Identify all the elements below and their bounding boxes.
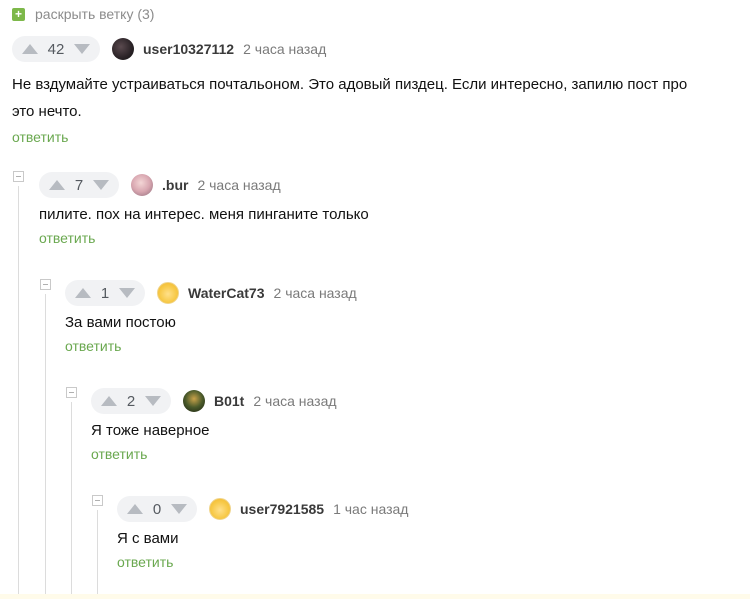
rating-control: 1 — [65, 280, 145, 306]
avatar[interactable] — [112, 38, 134, 60]
rating-value: 7 — [74, 176, 84, 194]
comment-text: Я тоже наверное — [91, 422, 210, 439]
bottom-bar — [0, 594, 750, 599]
comment: 1 WaterCat73 2 часа назад За вами постою… — [65, 279, 735, 354]
upvote-icon[interactable] — [22, 44, 38, 54]
upvote-icon[interactable] — [127, 504, 143, 514]
comment-time: 2 часа назад — [273, 285, 357, 301]
rating-value: 42 — [47, 40, 65, 58]
comment: 0 user7921585 1 час назад Я с вами ответ… — [117, 495, 737, 570]
author-name[interactable]: .bur — [162, 177, 188, 193]
comment-time: 2 часа назад — [243, 41, 327, 57]
comment-text-line: это нечто. — [12, 103, 82, 120]
reply-link[interactable]: ответить — [117, 554, 737, 570]
rating-value: 1 — [100, 284, 110, 302]
expand-branch-link[interactable]: + раскрыть ветку (3) — [12, 3, 154, 25]
comment-text-line: Не вздумайте устраиваться почтальоном. Э… — [12, 76, 688, 93]
comment: 42 user10327112 2 часа назад Не вздумайт… — [12, 35, 742, 145]
comment-time: 2 часа назад — [197, 177, 281, 193]
collapse-toggle[interactable] — [66, 387, 77, 398]
collapse-toggle[interactable] — [40, 279, 51, 290]
comment-time: 2 часа назад — [253, 393, 337, 409]
rating-control: 7 — [39, 172, 119, 198]
comment-text: За вами постою — [65, 314, 176, 331]
comment-text: пилите. пох на интерес. меня пинганите т… — [39, 206, 369, 223]
comment-text: Не вздумайте устраиваться почтальоном. Э… — [12, 71, 742, 125]
default-avatar-icon[interactable] — [157, 282, 179, 304]
collapse-toggle[interactable] — [13, 171, 24, 182]
thread-line — [71, 402, 72, 594]
author-name[interactable]: WaterCat73 — [188, 285, 265, 301]
upvote-icon[interactable] — [101, 396, 117, 406]
author-name[interactable]: user10327112 — [143, 41, 234, 57]
downvote-icon[interactable] — [93, 180, 109, 190]
rating-control: 2 — [91, 388, 171, 414]
comment-time: 1 час назад — [333, 501, 409, 517]
expand-branch-label: раскрыть ветку (3) — [35, 6, 155, 22]
author-name[interactable]: B01t — [214, 393, 244, 409]
downvote-icon[interactable] — [171, 504, 187, 514]
downvote-icon[interactable] — [74, 44, 90, 54]
author-name[interactable]: user7921585 — [240, 501, 324, 517]
comment: 7 .bur 2 часа назад пилите. пох на интер… — [39, 171, 739, 246]
upvote-icon[interactable] — [75, 288, 91, 298]
thread-line — [18, 186, 19, 594]
downvote-icon[interactable] — [145, 396, 161, 406]
reply-link[interactable]: ответить — [65, 338, 735, 354]
rating-control: 0 — [117, 496, 197, 522]
reply-link[interactable]: ответить — [39, 230, 739, 246]
default-avatar-icon[interactable] — [209, 498, 231, 520]
comment-text: Я с вами — [117, 530, 179, 547]
plus-icon: + — [12, 7, 25, 21]
collapse-toggle[interactable] — [92, 495, 103, 506]
upvote-icon[interactable] — [49, 180, 65, 190]
comment: 2 B01t 2 часа назад Я тоже наверное отве… — [91, 387, 731, 462]
rating-value: 0 — [152, 500, 162, 518]
comments-thread: + раскрыть ветку (3) 42 user10327112 2 ч… — [0, 0, 750, 599]
avatar[interactable] — [131, 174, 153, 196]
thread-line — [45, 294, 46, 594]
thread-line — [97, 510, 98, 594]
rating-control: 42 — [12, 36, 100, 62]
avatar[interactable] — [183, 390, 205, 412]
reply-link[interactable]: ответить — [91, 446, 731, 462]
downvote-icon[interactable] — [119, 288, 135, 298]
reply-link[interactable]: ответить — [12, 129, 742, 145]
rating-value: 2 — [126, 392, 136, 410]
